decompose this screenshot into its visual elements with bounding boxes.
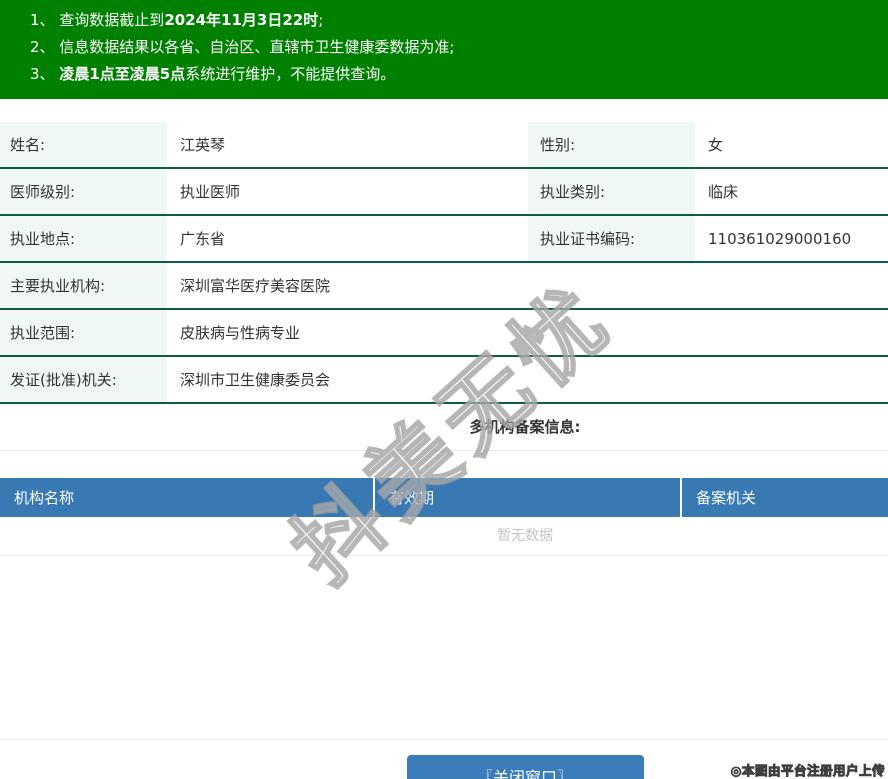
notice-text: 系统进行维护，不能提供查询。	[185, 65, 395, 83]
table-row: 主要执业机构: 深圳富华医疗美容医院	[0, 263, 888, 310]
notice-text: 1、 查询数据截止到	[30, 11, 164, 29]
field-label-certificate-number: 执业证书编码:	[528, 216, 695, 261]
field-value-practice-category: 临床	[695, 169, 888, 214]
table-row: 姓名: 江英琴 性别: 女	[0, 122, 888, 169]
doctor-info-table: 姓名: 江英琴 性别: 女 医师级别: 执业医师 执业类别: 临床 执业地点: …	[0, 122, 888, 404]
column-header-institution-name: 机构名称	[0, 478, 375, 517]
field-value-issuing-authority: 深圳市卫生健康委员会	[167, 357, 888, 402]
field-value-certificate-number: 110361029000160	[695, 216, 888, 261]
column-header-filing-authority: 备案机关	[682, 478, 888, 517]
query-result-page: 1、 查询数据截止到2024年11月3日22时; 2、 信息数据结果以各省、自治…	[0, 0, 888, 779]
notice-bold-text: 2024年11月3日22时	[164, 11, 318, 29]
field-value-practice-scope: 皮肤病与性病专业	[167, 310, 888, 355]
section-gap	[0, 451, 888, 478]
table-row: 执业范围: 皮肤病与性病专业	[0, 310, 888, 357]
field-value-doctor-level: 执业医师	[167, 169, 528, 214]
content-area: 姓名: 江英琴 性别: 女 医师级别: 执业医师 执业类别: 临床 执业地点: …	[0, 122, 888, 779]
field-label-practice-scope: 执业范围:	[0, 310, 167, 355]
notice-text: 3、	[30, 65, 59, 83]
notice-text: ;	[318, 11, 323, 29]
field-value-name: 江英琴	[167, 122, 528, 167]
field-label-practice-category: 执业类别:	[528, 169, 695, 214]
field-label-main-institution: 主要执业机构:	[0, 263, 167, 308]
close-window-button[interactable]: 〖关闭窗口〗	[407, 755, 644, 779]
notice-line-1: 1、 查询数据截止到2024年11月3日22时;	[30, 7, 888, 34]
field-value-practice-location: 广东省	[167, 216, 528, 261]
column-header-validity-period: 有效期	[375, 478, 682, 517]
field-label-doctor-level: 医师级别:	[0, 169, 167, 214]
table-row: 发证(批准)机关: 深圳市卫生健康委员会	[0, 357, 888, 404]
upload-credit-stamp: ◎本图由平台注册用户上传	[731, 760, 885, 779]
notice-banner: 1、 查询数据截止到2024年11月3日22时; 2、 信息数据结果以各省、自治…	[0, 0, 888, 99]
field-label-practice-location: 执业地点:	[0, 216, 167, 261]
filing-section-title: 多机构备案信息:	[0, 404, 888, 451]
filing-table-header: 机构名称 有效期 备案机关	[0, 478, 888, 517]
notice-text: 2、 信息数据结果以各省、自治区、直辖市卫生健康委数据为准;	[30, 38, 454, 56]
notice-line-3: 3、 凌晨1点至凌晨5点系统进行维护，不能提供查询。	[30, 61, 888, 88]
notice-line-2: 2、 信息数据结果以各省、自治区、直辖市卫生健康委数据为准;	[30, 34, 888, 61]
table-row: 医师级别: 执业医师 执业类别: 临床	[0, 169, 888, 216]
field-label-issuing-authority: 发证(批准)机关:	[0, 357, 167, 402]
empty-data-row: 暂无数据	[0, 517, 888, 556]
bottom-spacer	[0, 556, 888, 739]
field-value-gender: 女	[695, 122, 888, 167]
field-label-name: 姓名:	[0, 122, 167, 167]
table-row: 执业地点: 广东省 执业证书编码: 110361029000160	[0, 216, 888, 263]
field-value-main-institution: 深圳富华医疗美容医院	[167, 263, 888, 308]
field-label-gender: 性别:	[528, 122, 695, 167]
notice-bold-text: 凌晨1点至凌晨5点	[59, 65, 185, 83]
